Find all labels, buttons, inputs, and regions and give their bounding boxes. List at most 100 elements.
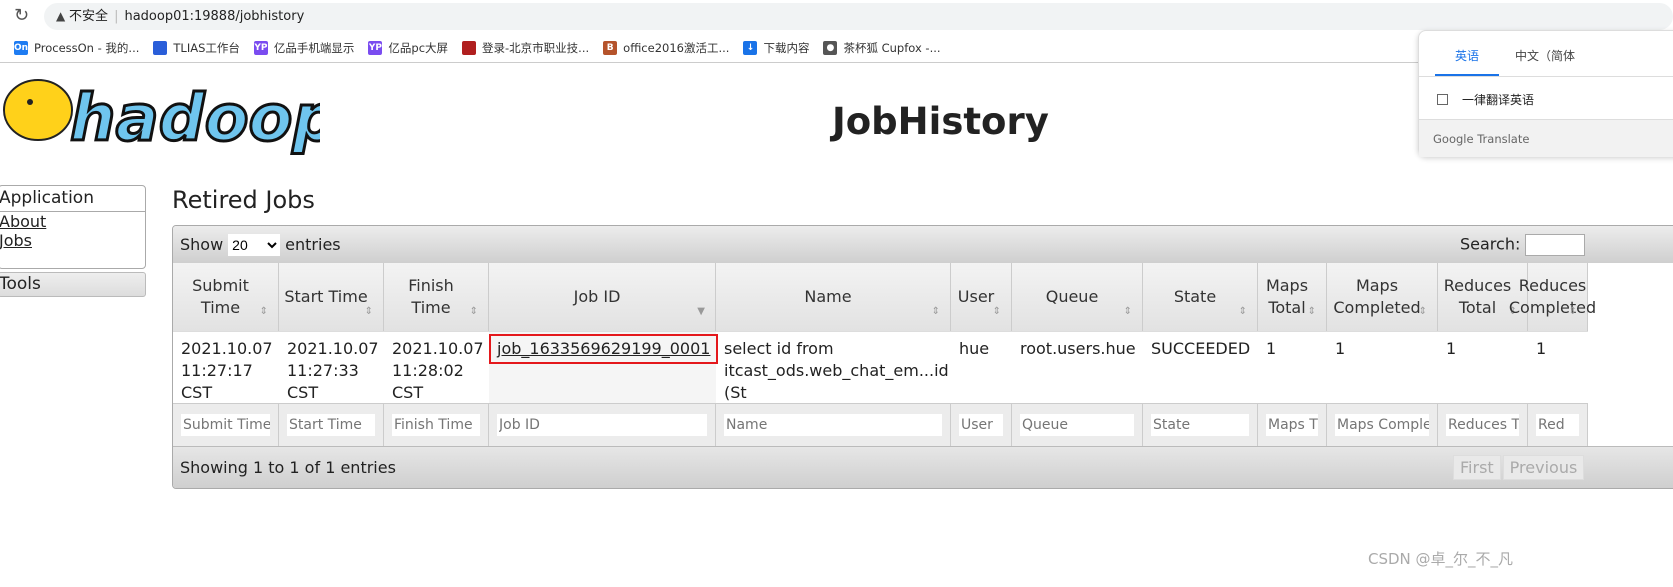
column-header[interactable]: Reduces Completed ⇕	[1509, 263, 1596, 331]
column-filter-input[interactable]	[497, 414, 707, 436]
filter-cell	[1258, 403, 1327, 446]
column-filter-input[interactable]	[1446, 414, 1519, 436]
watermark: CSDN @卓_尔_不_凡	[1368, 550, 1514, 568]
bookmark-icon: ●	[823, 40, 838, 55]
column-header-label: User	[957, 287, 995, 306]
table-cell: 1	[1327, 331, 1438, 403]
column-filter-input[interactable]	[1536, 414, 1579, 436]
column-filter-input[interactable]	[392, 414, 480, 436]
job-id-link[interactable]: job_1633569629199_0001	[489, 334, 719, 364]
column-header-label: Finish Time	[408, 276, 454, 317]
tab-chinese[interactable]: 中文（简体	[1513, 31, 1577, 76]
column-filter-input[interactable]	[724, 414, 942, 436]
column-filter-input[interactable]	[1151, 414, 1249, 436]
column-header[interactable]: Maps Total ⇕	[1258, 263, 1327, 331]
jobs-table: Show 20 entries Search: Submit Time ⇕ Star…	[172, 225, 1673, 489]
column-header[interactable]: Job ID ▼	[489, 263, 716, 331]
reload-icon[interactable]: ↻	[14, 5, 29, 26]
column-filter-input[interactable]	[1335, 414, 1429, 436]
table-cell: 2021.10.07 11:27:33 CST	[279, 331, 384, 403]
sort-icon: ⇕	[931, 306, 940, 317]
column-header[interactable]: Start Time ⇕	[279, 263, 384, 331]
column-header[interactable]: Name ⇕	[716, 263, 951, 331]
column-header[interactable]: Submit Time ⇕	[173, 263, 279, 331]
bookmark-item[interactable]: TLIAS工作台	[153, 40, 240, 56]
bookmark-item[interactable]: Boffice2016激活工...	[603, 40, 729, 56]
first-page-button[interactable]: First	[1453, 455, 1501, 480]
sidebar-application-header[interactable]: Application	[0, 186, 145, 212]
table-cell: 1	[1528, 331, 1588, 403]
google-translate-brand: Google Translate	[1419, 119, 1673, 157]
column-filter-input[interactable]	[1020, 414, 1134, 436]
warning-icon: ▲	[56, 9, 70, 23]
table-cell: 2021.10.07 11:27:17 CST	[173, 331, 279, 403]
column-header[interactable]: State ⇕	[1143, 263, 1258, 331]
bookmark-label: TLIAS工作台	[173, 40, 240, 55]
page-size-select[interactable]: 20	[228, 233, 281, 256]
column-header[interactable]: Finish Time ⇕	[384, 263, 489, 331]
column-filter-input[interactable]	[181, 414, 270, 436]
sidebar-link-about[interactable]: About	[0, 212, 145, 231]
bookmark-icon: YP	[253, 40, 268, 55]
sort-icon: ⇕	[469, 306, 478, 317]
filter-cell	[716, 403, 951, 446]
filter-cell	[1438, 403, 1528, 446]
filter-cell	[489, 403, 716, 446]
filter-cell	[1012, 403, 1143, 446]
cell-text: 2021.10.07 11:28:02 CST	[392, 339, 484, 402]
bookmark-item[interactable]: 登录-北京市职业技...	[462, 40, 589, 56]
checkbox-icon	[1437, 94, 1448, 105]
svg-text:hadoop: hadoop	[70, 82, 320, 156]
table-cell: 1	[1438, 331, 1528, 403]
sort-icon: ⇕	[1568, 306, 1577, 317]
bookmark-label: 茶杯狐 Cupfox -...	[843, 40, 941, 55]
previous-page-button[interactable]: Previous	[1502, 455, 1585, 480]
bookmark-label: 下载内容	[763, 40, 810, 55]
entries-label: entries	[285, 235, 341, 254]
cell-text: 1	[1335, 339, 1346, 358]
url-input[interactable]: ▲ 不安全 | hadoop01:19888/jobhistory	[44, 3, 1673, 30]
column-filter-input[interactable]	[287, 414, 375, 436]
cell-text: SUCCEEDED	[1151, 339, 1251, 358]
bookmark-item[interactable]: On ProcessOn - 我的...	[14, 40, 139, 56]
bookmark-label: office2016激活工...	[623, 40, 730, 55]
column-header-label: Reduces Completed	[1508, 276, 1597, 317]
column-header[interactable]: Maps Completed ⇕	[1327, 263, 1438, 331]
bookmark-item[interactable]: YP 亿品pc大屏	[368, 40, 448, 56]
column-header-label: Reduces Total	[1443, 276, 1512, 317]
sort-icon: ⇕	[1238, 306, 1247, 317]
bookmark-item[interactable]: ● 茶杯狐 Cupfox -...	[823, 40, 941, 56]
sort-icon: ⇕	[992, 306, 1001, 317]
column-header[interactable]: Queue ⇕	[1012, 263, 1143, 331]
sidebar-link-jobs[interactable]: Jobs	[0, 231, 145, 250]
bookmark-icon: On	[14, 40, 29, 55]
column-header-label: Name	[804, 287, 852, 306]
column-filter-input[interactable]	[1266, 414, 1318, 436]
column-header-label: Job ID	[573, 287, 621, 306]
table-cell: hue	[951, 331, 1012, 403]
cell-text: root.users.hue	[1020, 339, 1136, 358]
cell-text: 2021.10.07 11:27:17 CST	[181, 339, 273, 402]
column-filter-input[interactable]	[959, 414, 1003, 436]
cell-text: 1	[1446, 339, 1457, 358]
always-translate-checkbox[interactable]: 一律翻译英语	[1419, 77, 1673, 119]
bookmark-icon	[462, 40, 477, 55]
cell-text: 1	[1536, 339, 1547, 358]
show-label: Show	[180, 235, 224, 254]
cell-text: 2021.10.07 11:27:33 CST	[287, 339, 379, 402]
table-cell: root.users.hue	[1012, 331, 1143, 403]
column-header-label: Submit Time	[192, 276, 249, 317]
bookmark-item[interactable]: YP 亿品手机端显示	[253, 40, 354, 56]
hadoop-logo: hadoop	[3, 79, 320, 158]
bookmark-item[interactable]: ↓ 下载内容	[743, 40, 809, 56]
column-header-label: Queue	[1045, 287, 1099, 306]
search-input[interactable]	[1525, 234, 1586, 256]
security-label[interactable]: 不安全	[69, 9, 108, 24]
column-header[interactable]: User ⇕	[951, 263, 1012, 331]
sidebar-tools-header[interactable]: Tools	[0, 272, 146, 297]
url-text: hadoop01:19888/jobhistory	[124, 9, 305, 24]
sort-icon: ⇕	[364, 306, 373, 317]
column-header-label: Start Time	[284, 287, 368, 306]
bookmark-label: 登录-北京市职业技...	[482, 40, 590, 55]
tab-english[interactable]: 英语	[1435, 31, 1499, 76]
